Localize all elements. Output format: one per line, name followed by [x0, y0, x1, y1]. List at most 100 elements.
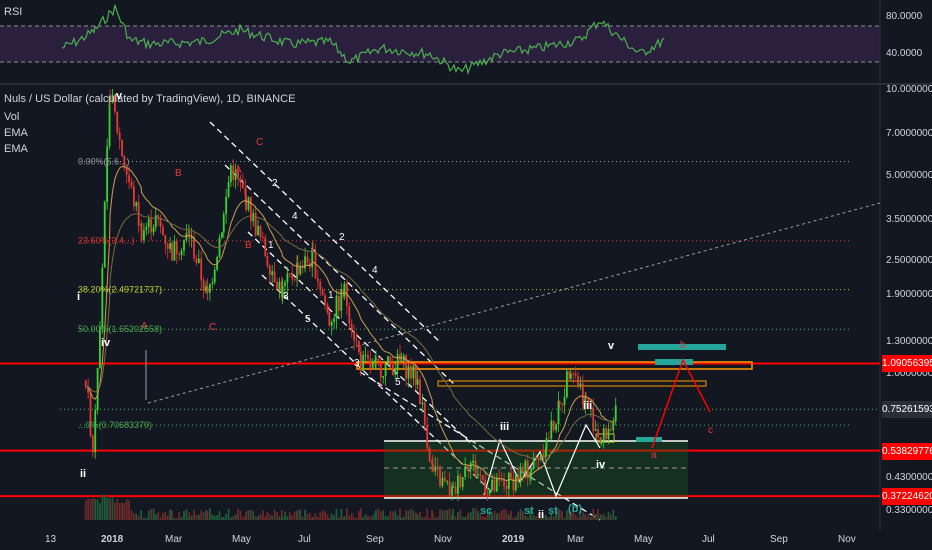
candle-body [180, 250, 183, 256]
volume-bar [384, 515, 387, 520]
volume-bar [594, 513, 597, 520]
time-axis-label: Nov [434, 534, 452, 545]
candle-body [145, 226, 148, 230]
candle-body [271, 271, 274, 275]
candle-body [561, 403, 563, 406]
volume-bar [472, 508, 475, 520]
volume-bar [195, 514, 198, 520]
volume-bar [362, 516, 365, 520]
volume-bar [614, 516, 617, 520]
volume-bar [132, 513, 135, 520]
candle-body [410, 366, 412, 379]
candle-body [324, 295, 326, 305]
candle-body [335, 295, 338, 319]
candle-body [239, 178, 242, 183]
time-axis-label: 2018 [101, 534, 124, 545]
candle-body [252, 213, 255, 222]
candle-body [407, 366, 410, 379]
wave-label: iv [101, 337, 111, 349]
volume-bar [268, 514, 271, 520]
volume-bar [321, 510, 324, 520]
candle-body [467, 469, 470, 471]
candle-body [574, 373, 577, 376]
candle-body [227, 182, 230, 197]
time-axis-label: Sep [366, 534, 384, 545]
price-axis-label: 1.90000000 [886, 288, 932, 300]
price-axis-label: 0.33000000 [886, 505, 932, 516]
fib-label: ...0%(0.70683379) [78, 420, 152, 430]
volume-bar [461, 516, 464, 520]
candles-layer [84, 88, 617, 502]
candle-body [261, 236, 264, 238]
wave-label: v [608, 340, 615, 352]
volume-bar [443, 510, 446, 520]
volume-bar [152, 508, 155, 520]
candle-body [507, 472, 510, 489]
volume-bar [548, 517, 550, 520]
candle-body [359, 351, 362, 371]
candle-body [400, 360, 403, 362]
volume-bar [505, 510, 508, 520]
candle-body [505, 486, 508, 489]
price-axis-label: 10.00000000 [886, 84, 932, 95]
volume-bar [500, 510, 503, 520]
volume-bar [602, 513, 605, 520]
candle-body [306, 256, 309, 264]
indicator-vol[interactable]: Vol [4, 110, 19, 124]
candle-body [355, 340, 358, 342]
volume-bar [261, 510, 264, 520]
candle-body [118, 132, 121, 140]
time-axis-label: May [634, 534, 653, 545]
volume-bar [423, 516, 426, 520]
indicator-ema-2[interactable]: EMA [4, 142, 28, 156]
volume-bar [99, 503, 101, 520]
chart-canvas[interactable]: iiiivviiiiiiivvii (b)sc st stABCACBabc12345… [0, 0, 932, 550]
volume-bar [237, 508, 239, 520]
volume-bar [113, 502, 116, 520]
candle-body [394, 370, 397, 375]
candle-body [500, 480, 503, 482]
candle-body [594, 429, 597, 432]
volume-bar [346, 508, 348, 520]
volume-bar [118, 503, 121, 520]
wave-label: c [708, 425, 713, 436]
volume-bar [612, 509, 615, 520]
volume-bar [259, 513, 262, 520]
volume-bar [123, 502, 126, 520]
candle-body [472, 460, 475, 463]
candle-body [510, 472, 512, 479]
candle-body [135, 202, 138, 207]
volume-bar [241, 517, 244, 520]
candle-body [389, 356, 392, 365]
candle-body [338, 295, 340, 311]
candle-body [577, 375, 579, 386]
volume-bar [171, 510, 173, 520]
wave-label: 1 [328, 290, 334, 301]
candle-body [597, 429, 599, 438]
volume-bar [419, 512, 421, 520]
volume-bar [304, 509, 306, 520]
volume-bar [426, 508, 429, 520]
indicator-ema-1[interactable]: EMA [4, 126, 28, 140]
volume-bar [369, 516, 372, 520]
volume-bar [484, 516, 487, 520]
candle-body [197, 258, 200, 264]
volume-bar [96, 499, 99, 520]
candle-body [387, 356, 389, 363]
time-axis-label: 2019 [502, 534, 525, 545]
volume-bar [209, 508, 211, 520]
candle-body [164, 234, 167, 245]
volume-bar [545, 516, 548, 520]
volume-bar [308, 513, 311, 520]
candle-body [106, 146, 109, 203]
volume-bar [232, 516, 235, 520]
volume-bar [441, 510, 444, 520]
candle-body [552, 420, 555, 431]
candle-body [367, 354, 369, 359]
price-axis-label: 0.43000000 [886, 472, 932, 484]
candle-body [493, 479, 496, 492]
candle-body [454, 486, 457, 495]
volume-bar [498, 513, 501, 520]
symbol-title[interactable]: Nuls / US Dollar (calculated by TradingV… [4, 92, 295, 106]
candle-body [278, 281, 281, 290]
